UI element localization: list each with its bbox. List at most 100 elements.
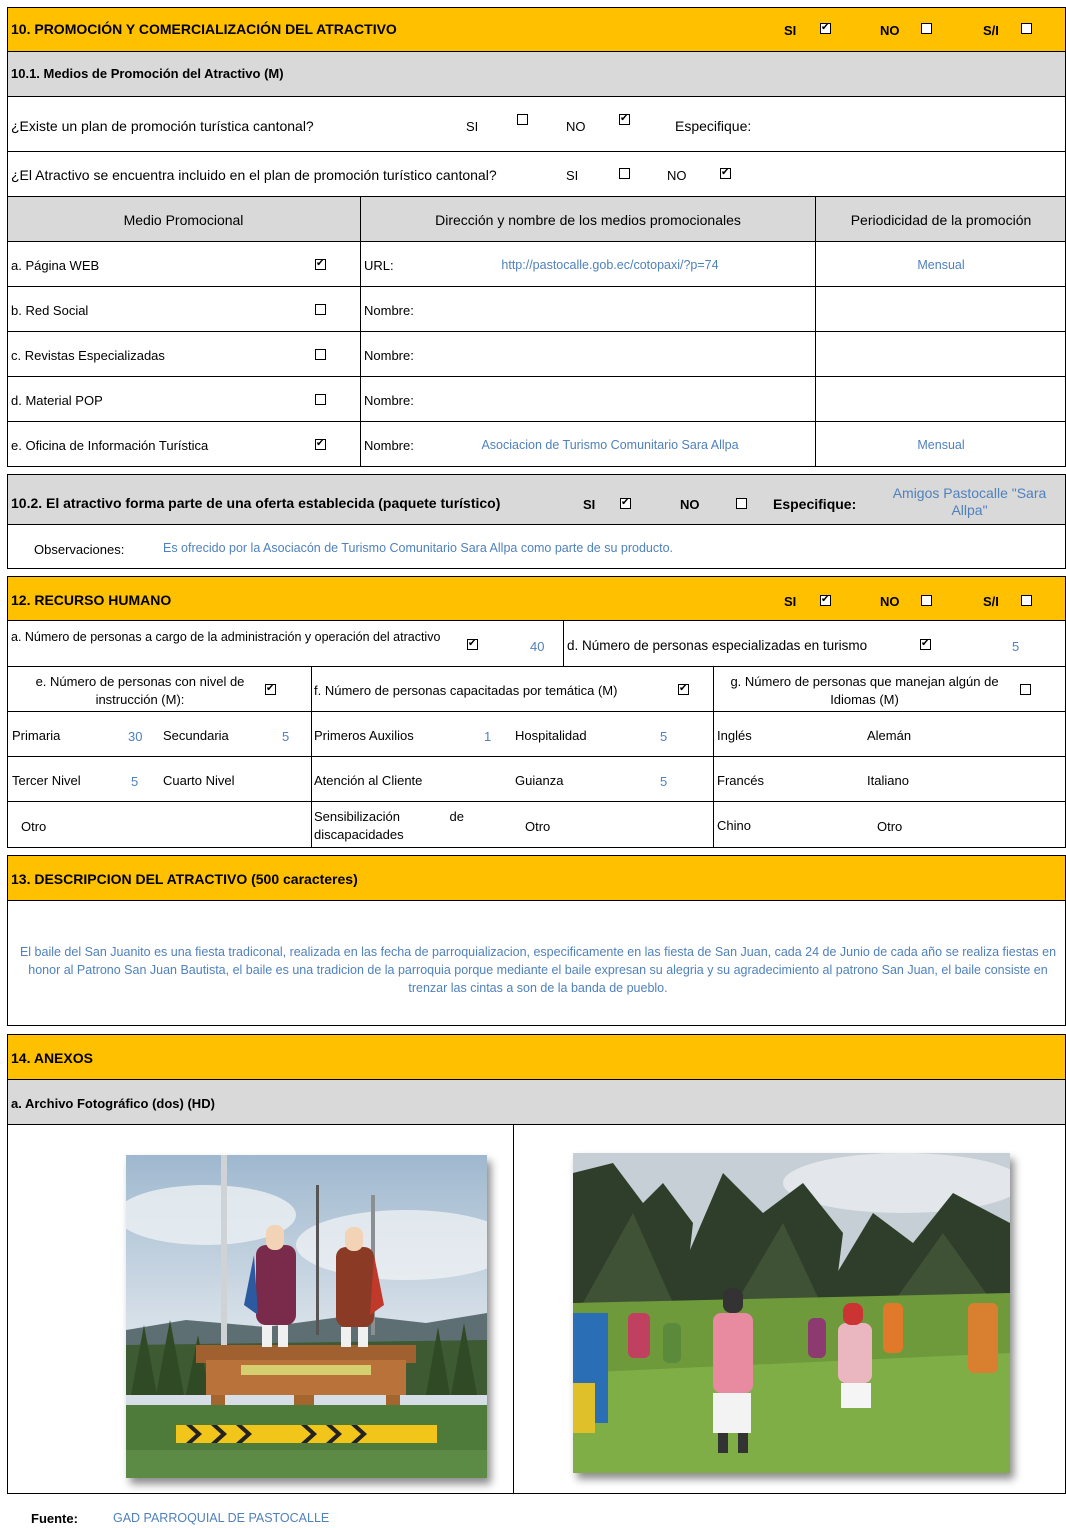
section-10-2-specify-value: Amigos Pastocalle "Sara Allpa" — [892, 485, 1047, 518]
promo-row-checkbox[interactable] — [315, 257, 326, 271]
promo-row-medio: c. Revistas Especializadas — [11, 348, 165, 363]
section-14-title: 14. ANEXOS — [11, 1050, 93, 1066]
question-1-text: ¿Existe un plan de promoción turística c… — [11, 118, 314, 134]
promo-row-checkbox[interactable] — [315, 304, 326, 315]
rh-f-label: f. Número de personas capacitadas por te… — [314, 683, 618, 698]
rh-a-value: 40 — [530, 639, 545, 654]
promo-row-medio: d. Material POP — [11, 393, 103, 408]
rh-a-label: a. Número de personas a cargo de la admi… — [11, 630, 441, 644]
promo-row-medio: a. Página WEB — [11, 258, 100, 273]
section-12-sn-label: S/I — [983, 594, 999, 609]
section-10-2-specify-label: Especifique: — [773, 496, 857, 512]
promo-row-checkbox[interactable] — [315, 394, 326, 405]
question-1-specify-label: Especifique: — [675, 118, 752, 134]
rh-d-checkbox[interactable] — [920, 637, 931, 651]
col-periodicidad-header: Periodicidad de la promoción — [850, 212, 1032, 228]
col-medio-header: Medio Promocional — [123, 212, 244, 228]
section-12-no-checkbox[interactable] — [921, 595, 932, 606]
promo-row-label: Nombre: — [364, 348, 414, 363]
cuarto-nivel-label: Cuarto Nivel — [163, 773, 235, 788]
section-12-si-checkbox[interactable] — [820, 593, 831, 607]
source-value: GAD PARROQUIAL DE PASTOCALLE — [113, 1511, 330, 1525]
section-14-header — [7, 1034, 1066, 1080]
observaciones-label: Observaciones: — [34, 542, 125, 557]
section-12-no-label: NO — [880, 594, 900, 609]
section-14-sub: a. Archivo Fotográfico (dos) (HD) — [11, 1096, 215, 1111]
section-12-title: 12. RECURSO HUMANO — [11, 592, 172, 608]
promo-row-label: Nombre: — [364, 438, 414, 453]
primaria-value: 30 — [128, 729, 143, 744]
section-10-sn-checkbox[interactable] — [1021, 23, 1032, 34]
description-text: El baile del San Juanito es una fiesta t… — [19, 945, 1057, 995]
promo-row-medio: e. Oficina de Información Turística — [11, 438, 209, 453]
hospitalidad-label: Hospitalidad — [515, 728, 587, 743]
guianza-label: Guianza — [515, 773, 564, 788]
section-10-2-no-label: NO — [680, 497, 700, 512]
question-1-si-checkbox[interactable] — [517, 114, 528, 125]
promo-row-checkbox[interactable] — [315, 349, 326, 360]
section-10-2-si-checkbox[interactable] — [620, 496, 631, 510]
tercer-nivel-label: Tercer Nivel — [12, 773, 81, 788]
question-2-no-checkbox[interactable] — [720, 166, 731, 180]
section-13-title: 13. DESCRIPCION DEL ATRACTIVO (500 carac… — [11, 871, 358, 887]
promo-row-medio: b. Red Social — [11, 303, 89, 318]
otro-3-label: Otro — [877, 819, 903, 834]
section-12-sn-checkbox[interactable] — [1021, 595, 1032, 606]
source-label: Fuente: — [31, 1511, 78, 1526]
primeros-auxilios-value: 1 — [484, 729, 492, 744]
col-direccion-header: Dirección y nombre de los medios promoci… — [435, 212, 741, 228]
promo-row-checkbox[interactable] — [315, 437, 326, 451]
promo-row-label: URL: — [364, 258, 394, 273]
section-10-1-title: 10.1. Medios de Promoción del Atractivo … — [11, 66, 284, 81]
rh-g-label: g. Número de personas que manejan algún … — [730, 674, 999, 707]
photo-dancers — [573, 1153, 1010, 1473]
question-2-no-label: NO — [667, 168, 687, 183]
tercer-nivel-value: 5 — [131, 774, 139, 789]
chino-label: Chino — [717, 818, 751, 833]
question-1-si-label: SI — [466, 119, 479, 134]
guianza-value: 5 — [660, 774, 668, 789]
italiano-label: Italiano — [867, 773, 909, 788]
promo-row-value: http://pastocalle.gob.ec/cotopaxi/?p=74 — [501, 258, 719, 272]
section-10-2-si-label: SI — [583, 497, 596, 512]
section-10-title: 10. PROMOCIÓN Y COMERCIALIZACIÓN DEL ATR… — [11, 21, 397, 37]
photo-statues-image — [126, 1155, 487, 1478]
rh-f-checkbox[interactable] — [678, 682, 689, 696]
rh-g-checkbox — [1020, 684, 1031, 695]
secundaria-label: Secundaria — [163, 728, 229, 743]
question-1-no-label: NO — [566, 119, 586, 134]
frances-label: Francés — [717, 773, 764, 788]
section-10-2-title: 10.2. El atractivo forma parte de una of… — [11, 495, 501, 511]
sensibilizacion-label: Sensibilización de discapacidades — [314, 809, 464, 842]
promo-row-label: Nombre: — [364, 393, 414, 408]
atencion-cliente-label: Atención al Cliente — [314, 773, 423, 788]
section-10-si-checkbox[interactable] — [820, 21, 831, 35]
primeros-auxilios-label: Primeros Auxilios — [314, 728, 414, 743]
rh-e-label: e. Número de personas con nivel de instr… — [35, 674, 245, 707]
secundaria-value: 5 — [282, 729, 290, 744]
primaria-label: Primaria — [12, 728, 61, 743]
section-10-sn-label: S/I — [983, 23, 999, 38]
question-2-si-label: SI — [566, 168, 579, 183]
otro-1-label: Otro — [21, 819, 47, 834]
section-12-si-label: SI — [784, 594, 797, 609]
question-2-si-checkbox[interactable] — [619, 168, 630, 179]
hospitalidad-value: 5 — [660, 729, 668, 744]
rh-d-value: 5 — [1012, 639, 1020, 654]
question-1-no-checkbox[interactable] — [619, 112, 630, 126]
aleman-label: Alemán — [867, 728, 912, 743]
promo-table-body — [7, 241, 1066, 467]
section-10-no-label: NO — [880, 23, 900, 38]
rh-a-checkbox[interactable] — [467, 637, 478, 651]
rh-d-label: d. Número de personas especializadas en … — [567, 638, 868, 653]
question-2-text: ¿El Atractivo se encuentra incluido en e… — [11, 167, 497, 183]
rh-e-checkbox[interactable] — [265, 682, 276, 696]
promo-row-period: Mensual — [917, 438, 965, 452]
section-10-no-checkbox[interactable] — [921, 23, 932, 34]
section-10-2-no-checkbox[interactable] — [736, 498, 747, 509]
promo-row-label: Nombre: — [364, 303, 414, 318]
photo-dancers-image — [573, 1153, 1010, 1473]
observaciones-value: Es ofrecido por la Asociacón de Turismo … — [163, 541, 673, 555]
section-10-si-label: SI — [784, 23, 797, 38]
promo-row-value: Asociacion de Turismo Comunitario Sara A… — [481, 438, 739, 452]
